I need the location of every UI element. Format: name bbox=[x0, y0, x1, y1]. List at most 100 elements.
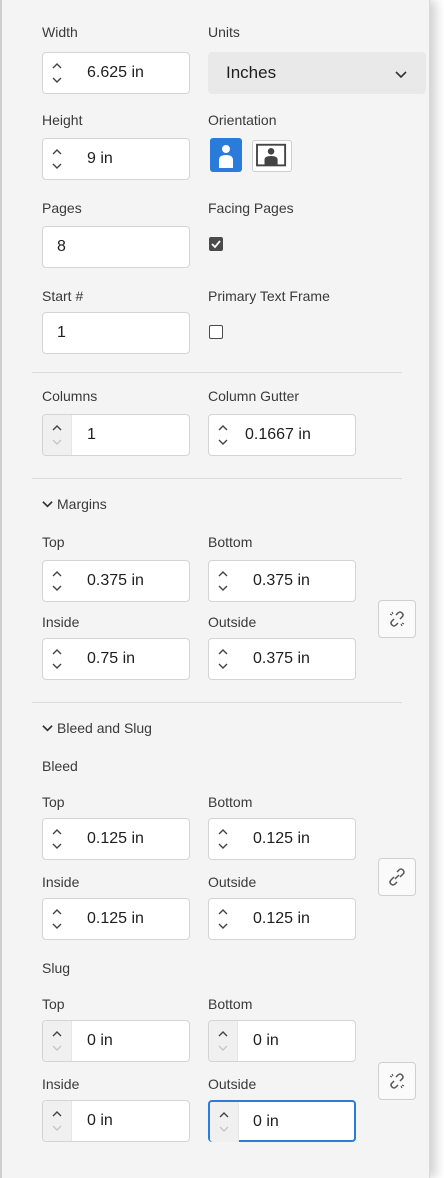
bleed-bottom-stepper[interactable] bbox=[209, 819, 237, 859]
width-value: 6.625 in bbox=[87, 64, 144, 81]
slug-inside-stepper[interactable] bbox=[43, 1101, 72, 1141]
landscape-icon bbox=[256, 143, 287, 167]
margin-top-stepper[interactable] bbox=[43, 561, 71, 601]
margins-link-button[interactable] bbox=[378, 600, 416, 638]
primary-text-frame-checkbox[interactable] bbox=[209, 325, 223, 339]
stepper-up-icon[interactable] bbox=[51, 422, 63, 434]
bleed-inside-stepper[interactable] bbox=[43, 899, 71, 939]
stepper-down-icon[interactable] bbox=[217, 660, 229, 672]
stepper-down-icon[interactable] bbox=[51, 160, 63, 172]
slug-inside-field[interactable]: 0 in bbox=[42, 1100, 190, 1142]
slug-inside-label: Inside bbox=[42, 1076, 80, 1092]
margin-inside-value: 0.75 in bbox=[87, 650, 136, 667]
stepper-down-icon[interactable] bbox=[51, 74, 63, 86]
columns-field[interactable]: 1 bbox=[42, 414, 190, 456]
margin-top-label: Top bbox=[42, 534, 65, 550]
slug-outside-field[interactable]: 0 in bbox=[208, 1100, 356, 1142]
stepper-down-icon[interactable] bbox=[217, 840, 229, 852]
bleed-outside-value: 0.125 in bbox=[253, 910, 310, 927]
bleed-link-button[interactable] bbox=[378, 858, 416, 896]
margin-outside-stepper[interactable] bbox=[209, 639, 237, 679]
height-label: Height bbox=[42, 112, 83, 128]
stepper-up-icon[interactable] bbox=[51, 826, 63, 838]
slug-top-field[interactable]: 0 in bbox=[42, 1020, 190, 1062]
stepper-down-icon[interactable] bbox=[51, 920, 63, 932]
units-dropdown[interactable]: Inches bbox=[208, 52, 426, 94]
stepper-up-icon[interactable] bbox=[51, 568, 63, 580]
stepper-down-icon[interactable] bbox=[217, 582, 229, 594]
bleed-slug-section-toggle[interactable]: Bleed and Slug bbox=[42, 720, 152, 736]
start-number-field[interactable]: 1 bbox=[42, 312, 190, 354]
margin-outside-label: Outside bbox=[208, 614, 257, 630]
stepper-up-icon[interactable] bbox=[51, 1028, 63, 1040]
stepper-up-icon[interactable] bbox=[51, 906, 63, 918]
stepper-up-icon[interactable] bbox=[217, 422, 229, 434]
margin-inside-stepper[interactable] bbox=[43, 639, 71, 679]
stepper-down-icon[interactable] bbox=[217, 920, 229, 932]
stepper-up-icon[interactable] bbox=[217, 906, 229, 918]
stepper-down-icon[interactable] bbox=[217, 436, 229, 448]
bleed-inside-field[interactable]: 0.125 in bbox=[42, 898, 190, 940]
slug-top-value: 0 in bbox=[87, 1032, 113, 1049]
margin-inside-label: Inside bbox=[42, 614, 80, 630]
facing-pages-checkbox[interactable] bbox=[209, 237, 223, 251]
margin-outside-field[interactable]: 0.375 in bbox=[208, 638, 356, 680]
stepper-down-icon[interactable] bbox=[51, 840, 63, 852]
slug-outside-label: Outside bbox=[208, 1076, 257, 1092]
stepper-up-icon[interactable] bbox=[217, 826, 229, 838]
portrait-orientation-button[interactable] bbox=[210, 138, 242, 172]
pages-field[interactable]: 8 bbox=[42, 226, 190, 268]
document-setup-panel: Width Units 6.625 in Inches Height Orien… bbox=[0, 0, 430, 1178]
margin-top-field[interactable]: 0.375 in bbox=[42, 560, 190, 602]
slug-outside-value: 0 in bbox=[253, 1113, 279, 1130]
stepper-down-icon[interactable] bbox=[51, 582, 63, 594]
bleed-top-field[interactable]: 0.125 in bbox=[42, 818, 190, 860]
slug-outside-stepper[interactable] bbox=[210, 1102, 239, 1142]
column-gutter-field[interactable]: 0.1667 in bbox=[208, 414, 356, 456]
orientation-label: Orientation bbox=[208, 112, 277, 128]
stepper-up-icon[interactable] bbox=[51, 146, 63, 158]
stepper-up-icon[interactable] bbox=[217, 1028, 229, 1040]
slug-bottom-value: 0 in bbox=[253, 1032, 279, 1049]
slug-bottom-field[interactable]: 0 in bbox=[208, 1020, 356, 1062]
stepper-up-icon[interactable] bbox=[51, 646, 63, 658]
width-label: Width bbox=[42, 24, 78, 40]
height-value: 9 in bbox=[87, 150, 113, 167]
chevron-down-icon bbox=[42, 725, 53, 732]
slug-top-label: Top bbox=[42, 996, 65, 1012]
slug-link-button[interactable] bbox=[378, 1062, 416, 1100]
bleed-bottom-field[interactable]: 0.125 in bbox=[208, 818, 356, 860]
margin-bottom-value: 0.375 in bbox=[253, 572, 310, 589]
stepper-up-icon[interactable] bbox=[217, 646, 229, 658]
columns-value: 1 bbox=[87, 426, 96, 443]
units-label: Units bbox=[208, 24, 240, 40]
height-stepper[interactable] bbox=[43, 139, 71, 179]
stepper-up-icon[interactable] bbox=[51, 1108, 63, 1120]
margin-outside-value: 0.375 in bbox=[253, 650, 310, 667]
landscape-orientation-button[interactable] bbox=[252, 140, 292, 172]
columns-stepper[interactable] bbox=[43, 415, 72, 455]
slug-top-stepper[interactable] bbox=[43, 1021, 72, 1061]
stepper-up-icon[interactable] bbox=[218, 1109, 230, 1121]
bleed-outside-stepper[interactable] bbox=[209, 899, 237, 939]
margin-bottom-stepper[interactable] bbox=[209, 561, 237, 601]
facing-pages-label: Facing Pages bbox=[208, 200, 294, 216]
height-field[interactable]: 9 in bbox=[42, 138, 190, 180]
width-stepper[interactable] bbox=[43, 53, 71, 93]
stepper-up-icon[interactable] bbox=[51, 60, 63, 72]
bleed-top-stepper[interactable] bbox=[43, 819, 71, 859]
bleed-outside-label: Outside bbox=[208, 874, 257, 890]
bleed-top-value: 0.125 in bbox=[87, 830, 144, 847]
stepper-up-icon[interactable] bbox=[217, 568, 229, 580]
margins-section-toggle[interactable]: Margins bbox=[42, 496, 107, 512]
bleed-top-label: Top bbox=[42, 794, 65, 810]
start-number-value: 1 bbox=[57, 324, 66, 341]
bleed-outside-field[interactable]: 0.125 in bbox=[208, 898, 356, 940]
width-field[interactable]: 6.625 in bbox=[42, 52, 190, 94]
broken-link-icon bbox=[389, 611, 405, 627]
margin-inside-field[interactable]: 0.75 in bbox=[42, 638, 190, 680]
margin-bottom-field[interactable]: 0.375 in bbox=[208, 560, 356, 602]
slug-bottom-stepper[interactable] bbox=[209, 1021, 238, 1061]
gutter-stepper[interactable] bbox=[209, 415, 237, 455]
stepper-down-icon[interactable] bbox=[51, 660, 63, 672]
